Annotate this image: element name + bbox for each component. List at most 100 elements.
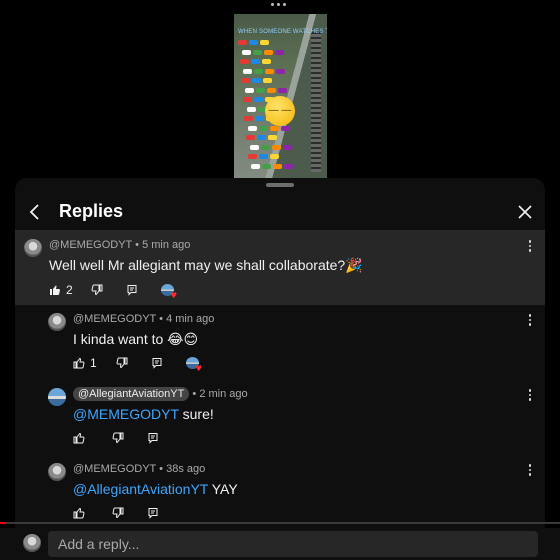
comment-author[interactable]: @MEMEGODYT [73,463,156,475]
avatar[interactable] [48,463,66,481]
creator-author-badge[interactable]: @AllegiantAviationYT [73,387,190,401]
track-fence [311,32,321,172]
comment-time: 2 min ago [199,388,248,400]
race-car [238,40,247,45]
comment-author[interactable]: @MEMEGODYT [49,239,132,251]
race-car [253,97,263,102]
comment-text: Well well Mr allegiant may we shall coll… [49,257,363,273]
panel-title: Replies [59,201,124,221]
race-car [247,154,257,159]
reply-button[interactable] [126,284,138,296]
creator-heart-icon [185,357,199,369]
thumbs-down-icon [116,357,128,369]
reply-button[interactable] [147,507,159,519]
race-car [278,87,287,93]
comment-time: 38s ago [166,463,206,475]
video-player[interactable]: WHEN SOMEONE WATCHES THIS — — [234,14,327,178]
like-button[interactable] [73,432,85,444]
race-car [242,97,252,102]
race-car [252,78,262,83]
race-car [263,78,273,83]
race-car [268,135,277,140]
reply-bar [0,528,560,560]
close-icon [518,205,532,219]
more-actions-button[interactable] [523,313,537,327]
drag-handle[interactable] [266,183,294,187]
race-car [260,144,270,150]
race-car [246,106,256,112]
more-actions-button[interactable] [523,463,537,477]
chevron-left-icon [29,204,39,220]
race-car [249,144,259,150]
more-options-dots[interactable] [271,3,286,6]
back-button[interactable] [23,200,47,224]
race-car [259,125,269,131]
thumbs-up-filled-icon [50,285,60,295]
like-button[interactable]: 2 [49,283,73,297]
race-car [261,59,271,64]
comment-actions: 2 [49,282,174,298]
race-car [276,68,286,74]
like-count: 1 [90,356,97,370]
creator-heart-badge [160,284,174,296]
reply-comment: @MEMEGODYT • 4 min ago I kinda want to 😂… [15,305,545,380]
parent-comment: @MEMEGODYT • 5 min ago Well well Mr alle… [15,231,545,305]
comment-meta: @MEMEGODYT • 4 min ago [73,313,215,325]
race-car [243,68,253,74]
thumbs-down-icon [112,432,124,444]
video-progress-fill [0,522,6,524]
dislike-button[interactable] [116,357,128,369]
more-actions-button[interactable] [523,239,537,253]
like-button[interactable] [73,507,85,519]
thumbs-down-icon [91,284,103,296]
reply-comment-icon [127,285,137,296]
race-car [239,59,249,64]
thumbs-down-icon [112,507,124,519]
dislike-button[interactable] [112,507,124,519]
race-car [260,40,269,45]
comment-time: 4 min ago [166,313,215,325]
reply-comment-icon [148,433,158,444]
reply-button[interactable] [151,357,163,369]
avatar[interactable] [48,313,66,331]
race-car [271,144,281,150]
comment-author[interactable]: @MEMEGODYT [73,313,156,325]
dislike-button[interactable] [112,432,124,444]
avatar[interactable] [24,239,42,257]
race-car [273,163,283,169]
race-car [241,49,251,55]
comment-text: @MEMEGODYT sure! [73,406,214,422]
replies-panel: Replies @MEMEGODYT • 5 min ago Well well… [15,178,545,560]
comment-meta: @MEMEGODYT • 5 min ago [49,239,191,251]
race-car [258,154,268,159]
race-car [274,49,284,55]
creator-heart-badge [185,357,199,369]
reply-comment-icon [148,508,158,519]
reply-button[interactable] [147,432,159,444]
unamused-face-emoji: — — [265,96,295,126]
thumbs-up-icon [73,432,85,444]
like-count: 2 [66,283,73,297]
mention-link[interactable]: @AllegiantAviationYT [73,481,208,497]
reply-input[interactable] [48,531,538,557]
avatar[interactable] [48,388,66,406]
comment-text-body: YAY [208,481,238,497]
video-caption: WHEN SOMEONE WATCHES THIS [238,29,327,35]
comment-actions: 1 [73,355,199,371]
mention-link[interactable]: @MEMEGODYT [73,406,179,422]
video-progress-bar[interactable] [0,522,560,524]
race-car [254,68,264,74]
race-car [244,116,254,121]
dislike-button[interactable] [91,284,103,296]
race-car [255,116,265,121]
race-car [269,154,279,159]
like-button[interactable]: 1 [73,356,97,370]
race-car [284,163,294,169]
close-button[interactable] [513,200,537,224]
race-car [257,135,266,140]
comment-text: I kinda want to 😂😊 [73,331,199,347]
more-actions-button[interactable] [523,388,537,402]
reply-comment-icon [152,358,162,369]
race-car [251,163,261,169]
race-car [256,87,265,93]
